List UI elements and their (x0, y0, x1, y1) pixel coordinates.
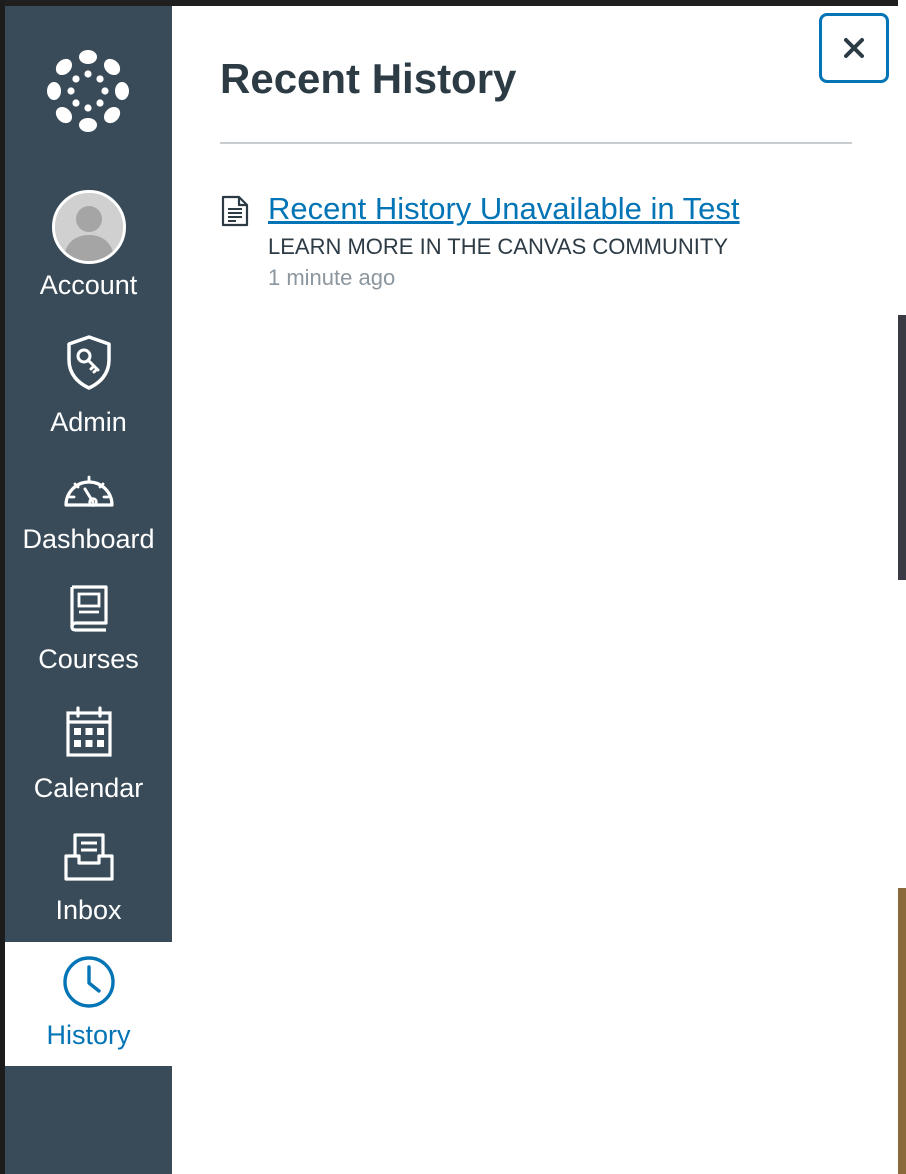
nav-item-account[interactable]: Account (5, 190, 172, 304)
background-band (898, 888, 906, 1174)
tray-divider (220, 142, 852, 144)
tray-title: Recent History (220, 55, 517, 102)
global-navigation: Account Admin Dashboard Courses Calendar… (5, 6, 172, 1174)
inbox-icon (63, 833, 114, 881)
background-page-edge (898, 0, 906, 1174)
nav-item-label: Dashboard (22, 524, 155, 554)
background-band (898, 315, 906, 580)
close-icon (844, 38, 864, 58)
courses-book-icon (69, 585, 108, 632)
app-frame: Account Admin Dashboard Courses Calendar… (0, 0, 906, 1174)
avatar[interactable] (51, 190, 126, 264)
recent-history-tray: Recent History Recent History Unavailabl… (172, 6, 898, 1174)
admin-shield-key-icon (66, 335, 111, 390)
nav-item-label: Admin (50, 407, 127, 437)
document-icon (221, 195, 249, 227)
nav-item-label: Account (39, 270, 138, 300)
history-item-subtitle: LEARN MORE IN THE CANVAS COMMUNITY (268, 234, 729, 259)
nav-item-history[interactable]: History (5, 942, 172, 1066)
nav-item-label: Calendar (33, 773, 144, 803)
history-item-link[interactable]: Recent History Unavailable in Test (268, 189, 740, 229)
nav-item-dashboard[interactable]: Dashboard (5, 469, 172, 559)
dashboard-gauge-icon (63, 475, 114, 507)
calendar-icon (65, 706, 112, 757)
nav-item-courses[interactable]: Courses (5, 583, 172, 674)
nav-item-inbox[interactable]: Inbox (5, 832, 172, 927)
close-button[interactable] (819, 13, 889, 83)
nav-item-label: History (46, 1020, 131, 1050)
nav-item-calendar[interactable]: Calendar (5, 706, 172, 803)
nav-item-admin[interactable]: Admin (5, 334, 172, 437)
clock-icon (62, 956, 115, 1008)
nav-item-label: Inbox (55, 895, 122, 925)
nav-item-label: Courses (38, 644, 139, 674)
canvas-logo-icon[interactable] (45, 48, 131, 134)
history-item-timestamp: 1 minute ago (268, 265, 396, 290)
user-silhouette-icon (54, 193, 123, 261)
